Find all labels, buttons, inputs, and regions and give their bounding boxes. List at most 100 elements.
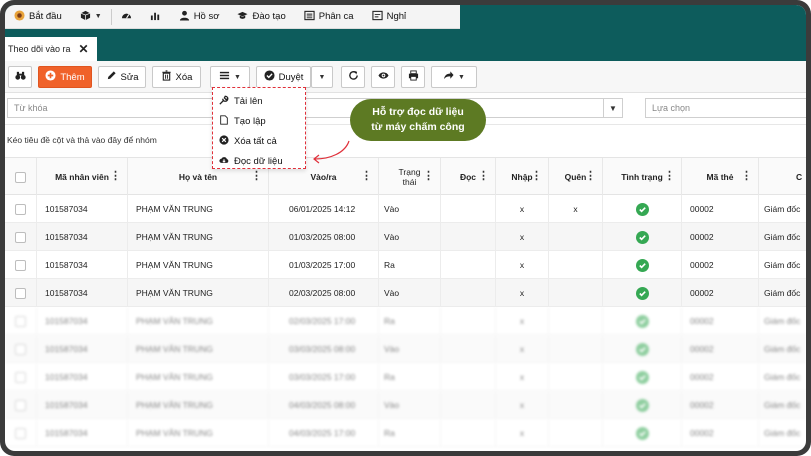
menu-shift[interactable]: Phân ca [295, 5, 363, 29]
dashboard-icon [121, 10, 132, 24]
row-checkbox[interactable] [15, 259, 26, 271]
print-button[interactable] [401, 66, 425, 88]
keyword-dropdown-toggle[interactable]: ▼ [603, 98, 623, 118]
menu-item-upload[interactable]: Tải lên [219, 95, 263, 108]
cell-doc [441, 363, 496, 391]
header-position[interactable]: C [759, 158, 806, 196]
cell-name: PHẠM VĂN TRUNG [128, 195, 269, 223]
column-menu-icon[interactable]: ⋮ [110, 171, 121, 182]
tab-attendance[interactable]: Theo dõi vào ra ✕ [5, 37, 97, 61]
view-button[interactable] [371, 66, 395, 88]
table-row[interactable]: 101587034 PHẠM VĂN TRUNG 04/03/2025 17:00 R… [5, 419, 806, 447]
table-row[interactable]: 101587034 PHẠM VĂN TRUNG 01/03/2025 08:00 V… [5, 223, 806, 251]
share-arrow-icon [443, 70, 454, 84]
add-button[interactable]: Thêm [38, 66, 92, 88]
callout-arrow [313, 140, 350, 164]
column-menu-icon[interactable]: ⋮ [478, 171, 489, 182]
column-menu-icon[interactable]: ⋮ [741, 171, 752, 182]
header-card-id[interactable]: Mã thẻ ⋮ [682, 158, 759, 196]
chevron-down-icon: ▼ [458, 73, 465, 81]
table-row[interactable]: 101587034 PHẠM VĂN TRUNG 02/03/2025 17:00 R… [5, 307, 806, 335]
condition-cell [603, 223, 682, 251]
header-card-id-label: Mã thẻ [706, 172, 734, 182]
table-row[interactable]: 101587034 PHẠM VĂN TRUNG 04/03/2025 08:00 V… [5, 391, 806, 419]
check-circle-icon [635, 342, 649, 356]
column-menu-icon[interactable]: ⋮ [664, 171, 675, 182]
cell-name: PHẠM VĂN TRUNG [128, 251, 269, 279]
table-row[interactable]: 101587034 PHẠM VĂN TRUNG 03/03/2025 08:00 V… [5, 335, 806, 363]
table-row[interactable]: 101587034 PHẠM VĂN TRUNG 01/03/2025 17:00 R… [5, 251, 806, 279]
refresh-button[interactable] [341, 66, 365, 88]
menu-package[interactable]: ▼ [71, 5, 111, 29]
approve-button[interactable]: Duyệt [256, 66, 311, 88]
list-menu-button[interactable]: ▼ [210, 66, 250, 88]
menu-item-delete-all[interactable]: Xóa tất cả [219, 135, 277, 148]
menu-reports[interactable] [141, 5, 170, 29]
row-checkbox[interactable] [15, 203, 26, 215]
row-checkbox[interactable] [15, 343, 26, 355]
trash-icon [161, 70, 172, 84]
row-select-cell [5, 223, 37, 251]
cell-cv: Giám đốc [759, 335, 806, 363]
cell-name: PHẠM VĂN TRUNG [128, 363, 269, 391]
header-select-all[interactable] [5, 158, 37, 196]
menu-item-read-data[interactable]: Đọc dữ liệu [219, 155, 283, 168]
row-select-cell [5, 363, 37, 391]
share-button[interactable]: ▼ [431, 66, 477, 88]
header-condition[interactable]: Tình trạng ⋮ [603, 158, 682, 196]
menu-profile[interactable]: Hồ sơ [170, 5, 229, 29]
delete-button[interactable]: Xóa [152, 66, 201, 88]
cell-name: PHẠM VĂN TRUNG [128, 391, 269, 419]
close-icon[interactable]: ✕ [79, 42, 89, 56]
cell-time: 01/03/2025 17:00 [269, 251, 379, 279]
tab-attendance-label: Theo dõi vào ra [8, 44, 71, 54]
column-menu-icon[interactable]: ⋮ [423, 171, 434, 182]
menu-start[interactable]: Bắt đầu [5, 5, 71, 29]
row-checkbox[interactable] [15, 315, 26, 327]
cell-id: 101587034 [37, 223, 128, 251]
hamburger-icon [219, 70, 230, 84]
approve-dropdown-button[interactable]: ▼ [311, 66, 333, 88]
column-menu-icon[interactable]: ⋮ [251, 171, 262, 182]
select-input[interactable]: Lựa chọn [645, 98, 806, 118]
edit-button[interactable]: Sửa [98, 66, 146, 88]
keyword-input[interactable]: Từ khóa [7, 98, 605, 118]
select-all-checkbox[interactable] [15, 171, 26, 183]
calendar-list-icon [304, 10, 315, 24]
search-button[interactable] [8, 66, 32, 88]
header-employee-id[interactable]: Mã nhân viên ⋮ [37, 158, 128, 196]
column-menu-icon[interactable]: ⋮ [361, 171, 372, 182]
row-checkbox[interactable] [15, 287, 26, 299]
cell-doc [441, 335, 496, 363]
header-import[interactable]: Nhập ⋮ [496, 158, 549, 196]
row-checkbox[interactable] [15, 371, 26, 383]
menu-leave[interactable]: Nghỉ [363, 5, 416, 29]
column-menu-icon[interactable]: ⋮ [585, 171, 596, 182]
chevron-down-icon: ▼ [94, 13, 102, 20]
cell-card: 00002 [682, 335, 759, 363]
header-status[interactable]: Trạng thái ⋮ [379, 158, 441, 196]
cloud-download-icon [219, 155, 229, 168]
callout-line-1: Hỗ trợ đọc dữ liệu [372, 106, 464, 118]
refresh-icon [348, 70, 359, 84]
table-row[interactable]: 101587034 PHẠM VĂN TRUNG 06/01/2025 14:12 V… [5, 195, 806, 223]
cell-quen [549, 363, 603, 391]
header-forgot[interactable]: Quên ⋮ [549, 158, 603, 196]
header-read[interactable]: Đọc ⋮ [441, 158, 496, 196]
check-circle-icon [635, 370, 649, 384]
cell-card: 00002 [682, 279, 759, 307]
row-checkbox[interactable] [15, 399, 26, 411]
cell-card: 00002 [682, 223, 759, 251]
cell-cv: Giám đốc [759, 251, 806, 279]
row-checkbox[interactable] [15, 231, 26, 243]
cell-nhap: x [496, 391, 549, 419]
cube-icon [80, 10, 91, 24]
row-checkbox[interactable] [15, 427, 26, 439]
chevron-down-icon: ▼ [234, 73, 241, 81]
table-row[interactable]: 101587034 PHẠM VĂN TRUNG 02/03/2025 08:00 V… [5, 279, 806, 307]
column-menu-icon[interactable]: ⋮ [531, 171, 542, 182]
table-row[interactable]: 101587034 PHẠM VĂN TRUNG 03/03/2025 17:00 R… [5, 363, 806, 391]
menu-training[interactable]: Đào tạo [228, 5, 294, 29]
menu-dashboard[interactable] [112, 5, 141, 29]
menu-item-create[interactable]: Tạo lập [219, 115, 266, 128]
